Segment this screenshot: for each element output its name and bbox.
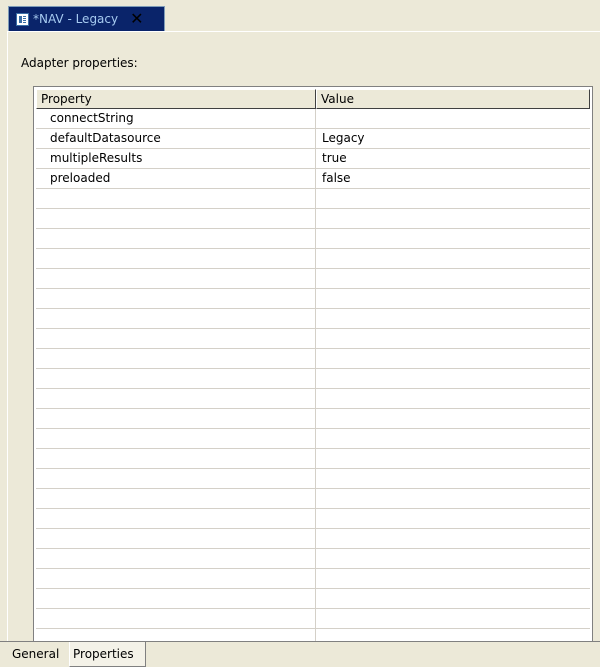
property-cell [36,209,316,228]
table-row[interactable] [36,409,590,429]
value-cell[interactable] [316,209,590,228]
property-cell [36,489,316,508]
property-cell [36,349,316,368]
property-cell [36,469,316,488]
table-row[interactable] [36,269,590,289]
value-cell[interactable] [316,609,590,628]
value-cell[interactable] [316,449,590,468]
table-row[interactable]: multipleResults true [36,149,590,169]
page-tabs: General Properties [0,641,600,667]
tab-general[interactable]: General [9,642,69,667]
properties-panel: Adapter properties: Property Value conne… [7,31,600,653]
property-cell [36,269,316,288]
value-cell[interactable] [316,269,590,288]
value-cell[interactable] [316,569,590,588]
close-icon[interactable]: ✕ [130,11,143,27]
value-cell[interactable] [316,349,590,368]
value-cell[interactable]: true [316,149,590,168]
editor-tab-nav-legacy[interactable]: *NAV - Legacy ✕ [8,6,165,31]
table-row[interactable] [36,429,590,449]
property-cell [36,309,316,328]
value-cell[interactable] [316,189,590,208]
table-row[interactable] [36,489,590,509]
table-row[interactable] [36,469,590,489]
tab-properties[interactable]: Properties [69,642,146,667]
property-cell [36,229,316,248]
property-cell [36,189,316,208]
table-row[interactable] [36,249,590,269]
value-cell[interactable] [316,409,590,428]
table-row[interactable]: preloaded false [36,169,590,189]
value-cell[interactable] [316,589,590,608]
table-row[interactable] [36,529,590,549]
value-cell[interactable] [316,229,590,248]
column-header-property[interactable]: Property [36,89,316,109]
value-cell[interactable] [316,469,590,488]
property-cell [36,449,316,468]
property-cell [36,369,316,388]
value-cell[interactable] [316,329,590,348]
table-row[interactable] [36,189,590,209]
table-icon [16,12,29,26]
table-row[interactable] [36,329,590,349]
properties-table: Property Value connectString defaultDatas… [33,86,593,653]
table-row[interactable] [36,449,590,469]
value-cell[interactable]: false [316,169,590,188]
value-cell[interactable] [316,529,590,548]
value-cell[interactable] [316,369,590,388]
value-cell[interactable] [316,109,590,128]
property-cell [36,549,316,568]
table-row[interactable] [36,209,590,229]
property-cell [36,609,316,628]
value-cell[interactable]: Legacy [316,129,590,148]
value-cell[interactable] [316,429,590,448]
table-row[interactable] [36,349,590,369]
table-header: Property Value [36,89,590,109]
editor-tab-label: *NAV - Legacy [33,12,119,26]
value-cell[interactable] [316,309,590,328]
table-row[interactable] [36,549,590,569]
property-cell [36,429,316,448]
property-cell: defaultDatasource [36,129,316,148]
property-cell: multipleResults [36,149,316,168]
adapter-properties-label: Adapter properties: [21,56,138,70]
table-row[interactable] [36,509,590,529]
property-cell [36,589,316,608]
table-row[interactable] [36,289,590,309]
table-row[interactable] [36,589,590,609]
property-cell [36,389,316,408]
column-header-value[interactable]: Value [316,89,590,109]
property-cell [36,249,316,268]
value-cell[interactable] [316,549,590,568]
table-row[interactable] [36,369,590,389]
property-cell [36,329,316,348]
table-row[interactable] [36,229,590,249]
editor-tab-strip: *NAV - Legacy ✕ [0,0,600,31]
table-body: connectString defaultDatasource Legacy mult… [36,109,590,650]
table-row[interactable]: defaultDatasource Legacy [36,129,590,149]
value-cell[interactable] [316,489,590,508]
table-row[interactable] [36,609,590,629]
table-row[interactable]: connectString [36,109,590,129]
property-cell [36,509,316,528]
value-cell[interactable] [316,509,590,528]
value-cell[interactable] [316,389,590,408]
property-cell [36,289,316,308]
property-cell: connectString [36,109,316,128]
property-cell [36,569,316,588]
value-cell[interactable] [316,289,590,308]
property-cell: preloaded [36,169,316,188]
table-row[interactable] [36,309,590,329]
value-cell[interactable] [316,249,590,268]
property-cell [36,529,316,548]
property-cell [36,409,316,428]
table-row[interactable] [36,389,590,409]
table-row[interactable] [36,569,590,589]
